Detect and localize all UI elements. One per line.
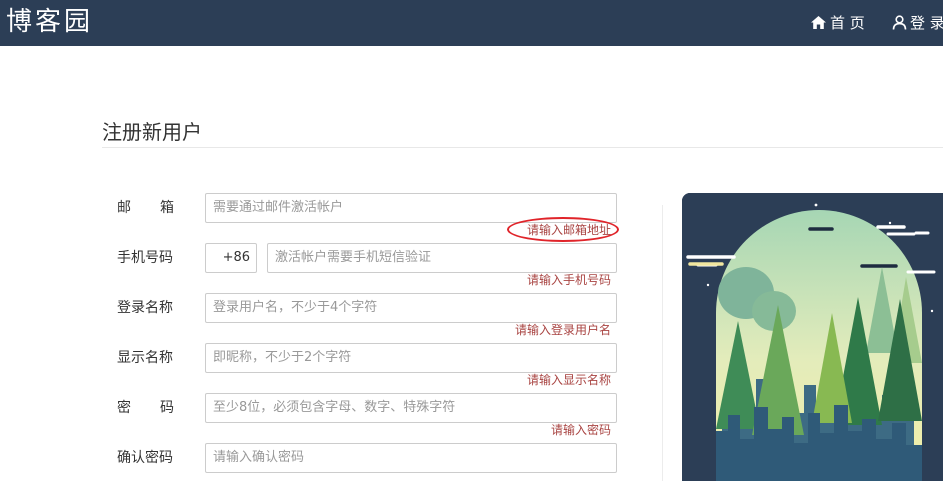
home-icon (811, 15, 826, 29)
phone-field[interactable]: 激活帐户需要手机短信验证 (267, 243, 617, 273)
display-name-error: 请输入显示名称 (526, 373, 611, 387)
display-name-field[interactable]: 即昵称，不少于2个字符 (205, 343, 617, 373)
page-title: 注册新用户 (102, 120, 202, 144)
password-field[interactable]: 至少8位，必须包含字母、数字、特殊字符 (205, 393, 617, 423)
nav-login-label: 登 录 (910, 13, 943, 32)
email-label: 邮 箱 (117, 200, 174, 216)
nav-home-label: 首 页 (830, 13, 865, 32)
phone-error: 请输入手机号码 (526, 273, 611, 287)
confirm-password-field[interactable]: 请输入确认密码 (205, 443, 617, 473)
password-label: 密 码 (117, 400, 174, 416)
display-name-label: 显示名称 (117, 350, 173, 366)
user-icon (892, 14, 907, 30)
vertical-divider (662, 205, 663, 481)
nav-login-link[interactable]: 登 录 (892, 12, 943, 32)
password-error: 请输入密码 (550, 423, 611, 437)
forest-illustration (682, 193, 943, 481)
top-navbar: 博客园 首 页 登 录 (0, 0, 943, 46)
login-name-label: 登录名称 (117, 300, 173, 316)
phone-country-code[interactable]: +86 (205, 243, 257, 273)
site-logo[interactable]: 博客园 (6, 5, 93, 39)
login-name-field[interactable]: 登录用户名，不少于4个字符 (205, 293, 617, 323)
login-name-error: 请输入登录用户名 (514, 323, 611, 337)
confirm-password-label: 确认密码 (117, 450, 173, 466)
nav-home-link[interactable]: 首 页 (810, 12, 865, 32)
title-divider (102, 147, 943, 148)
phone-label: 手机号码 (117, 250, 173, 266)
email-error-highlight (507, 217, 619, 242)
